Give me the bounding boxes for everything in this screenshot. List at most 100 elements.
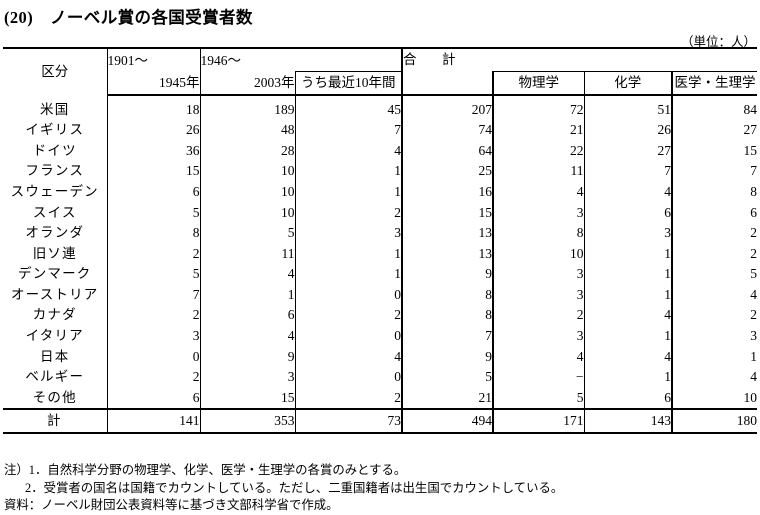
value-1901-1945: 26: [106, 119, 200, 141]
table-row: フランス 15 10 1 25 11 7 7: [3, 160, 757, 182]
table-row: 米国 18 189 45 207 72 51 84: [3, 99, 757, 120]
value-1946-2003: 11: [199, 243, 295, 264]
header-period2-top: 1946〜: [199, 47, 295, 72]
value-recent-10-years: 2: [294, 387, 402, 409]
header-row-top: 区分 1901〜 1946〜 合 計: [3, 47, 757, 95]
country-name: カナダ: [32, 307, 77, 323]
value-1946-2003: 3: [199, 366, 295, 388]
value-medicine: 4: [671, 284, 757, 305]
value-1901-1945: 8: [106, 222, 200, 244]
value-1946-2003: 1: [199, 284, 295, 305]
value-total: 21: [401, 387, 493, 409]
source-note: 資料：ノーベル財団公表資料等に基づき文部科学省で作成。: [4, 498, 339, 513]
nobel-laureates-table-wrapper: 区分 1901〜 1946〜 合 計 1945年 2003年 うち最近10年間 …: [3, 47, 757, 434]
value-1901-1945: 36: [106, 140, 200, 161]
header-total-spacer: [401, 71, 493, 96]
value-recent-10-years: 7: [294, 119, 402, 141]
value-physics: 2: [492, 304, 584, 326]
value-1901-1945: 2: [106, 366, 200, 388]
header-medicine-spacer: [672, 47, 757, 72]
value-recent-10-years: 3: [294, 222, 402, 244]
header-period2-bottom: 2003年: [199, 71, 295, 96]
value-1946-2003: 6: [199, 304, 295, 326]
value-physics: 22: [492, 140, 584, 161]
value-recent-10-years: 4: [294, 346, 402, 367]
value-1901-1945: 2: [106, 243, 200, 264]
value-medicine: 4: [671, 366, 757, 388]
value-1946-2003: 15: [199, 387, 295, 409]
value-medicine: 7: [671, 160, 757, 182]
value-physics: 5: [492, 387, 584, 409]
value-medicine: 3: [671, 325, 757, 347]
value-physics: −: [492, 366, 584, 388]
country-name: スウェーデン: [10, 183, 99, 199]
value-physics: 21: [492, 119, 584, 141]
header-total: 合 計: [401, 47, 584, 72]
value-total: 8: [401, 304, 493, 326]
country-name: イギリス: [25, 122, 85, 138]
value-total: 15: [401, 201, 493, 223]
table-row: ベルギー 2 3 0 5−1 4: [3, 366, 757, 388]
value-medicine: 5: [671, 263, 757, 285]
header-medicine: 医学・生理学: [671, 71, 757, 96]
page-title: (20) ノーベル賞の各国受賞者数: [4, 8, 253, 27]
table-row: スウェーデン 6 10 1 16 4 4 8: [3, 181, 757, 202]
value-total: 16: [401, 181, 493, 202]
table-row: カナダ 2 6 2 8 2 4 2: [3, 304, 757, 326]
value-physics: 3: [492, 284, 584, 305]
header-row-bottom: 1945年 2003年 うち最近10年間 物理学 化学 医学・生理学: [3, 71, 757, 96]
value-1901-1945: 15: [106, 160, 200, 182]
country-name: オーストリア: [10, 286, 99, 302]
country-name: 米国: [40, 101, 70, 117]
header-recent10: うち最近10年間: [294, 71, 402, 96]
total-row-period1: 141: [106, 407, 200, 434]
country-name: オランダ: [25, 225, 85, 241]
value-chemistry: 26: [583, 119, 672, 141]
value-medicine: 10: [671, 387, 757, 409]
value-physics: 10: [492, 243, 584, 264]
country-name: その他: [32, 389, 77, 405]
table-footer: 計 141 353 73 494 171 143 180: [3, 407, 757, 434]
value-physics: 3: [492, 325, 584, 347]
value-1901-1945: 3: [106, 325, 200, 347]
value-recent-10-years: 1: [294, 160, 402, 182]
value-medicine: 15: [671, 140, 757, 161]
value-physics: 4: [492, 181, 584, 202]
value-chemistry: 4: [583, 304, 672, 326]
value-physics: 4: [492, 346, 584, 367]
country-name: 旧ソ連: [32, 245, 77, 261]
table-row: イタリア 3 4 0 7 3 1 3: [3, 325, 757, 347]
value-1901-1945: 5: [106, 263, 200, 285]
header-recent10-spacer: [295, 47, 402, 72]
value-1901-1945: 2: [106, 304, 200, 326]
table-row: 旧ソ連 2 11 1 13 10 1 2: [3, 243, 757, 264]
table-row: その他 6 15 2 21 5 6 10: [3, 387, 757, 409]
value-medicine: 1: [671, 346, 757, 367]
footnote-1: 注）1．自然科学分野の物理学、化学、医学・生理学の各賞のみとする。: [4, 463, 407, 477]
total-row-medicine: 180: [671, 407, 757, 434]
value-physics: 3: [492, 201, 584, 223]
table-row: スイス 5 10 2 15 3 6 6: [3, 201, 757, 223]
value-1946-2003: 48: [199, 119, 295, 141]
value-1901-1945: 6: [106, 387, 200, 409]
value-total: 9: [401, 263, 493, 285]
table-row: ドイツ 36 28 4 64 22 27 15: [3, 140, 757, 161]
table-row: イギリス 26 48 7 74 21 26 27: [3, 119, 757, 141]
table-header: 区分 1901〜 1946〜 合 計 1945年 2003年 うち最近10年間 …: [3, 47, 757, 96]
total-row-chemistry: 143: [583, 407, 672, 434]
header-chemistry: 化学: [583, 71, 672, 96]
footnote-2: 2．受賞者の国名は国籍でカウントしている。ただし、二重国籍者は出生国でカウントし…: [25, 480, 564, 495]
value-recent-10-years: 2: [294, 201, 402, 223]
page-root: (20) ノーベル賞の各国受賞者数 （単位：人） 区分 1901〜 1946〜 …: [0, 0, 760, 513]
total-row-physics: 171: [492, 407, 584, 434]
value-recent-10-years: 0: [294, 366, 402, 388]
value-1901-1945: 6: [106, 181, 200, 202]
table-row: オーストリア 7 1 0 8 3 1 4: [3, 284, 757, 305]
header-period1-top: 1901〜: [106, 47, 200, 72]
value-medicine: 8: [671, 181, 757, 202]
header-chemistry-spacer: [584, 47, 672, 72]
value-medicine: 27: [671, 119, 757, 141]
value-total: 64: [401, 140, 493, 161]
value-total: 13: [401, 243, 493, 264]
value-total: 5: [401, 366, 493, 388]
